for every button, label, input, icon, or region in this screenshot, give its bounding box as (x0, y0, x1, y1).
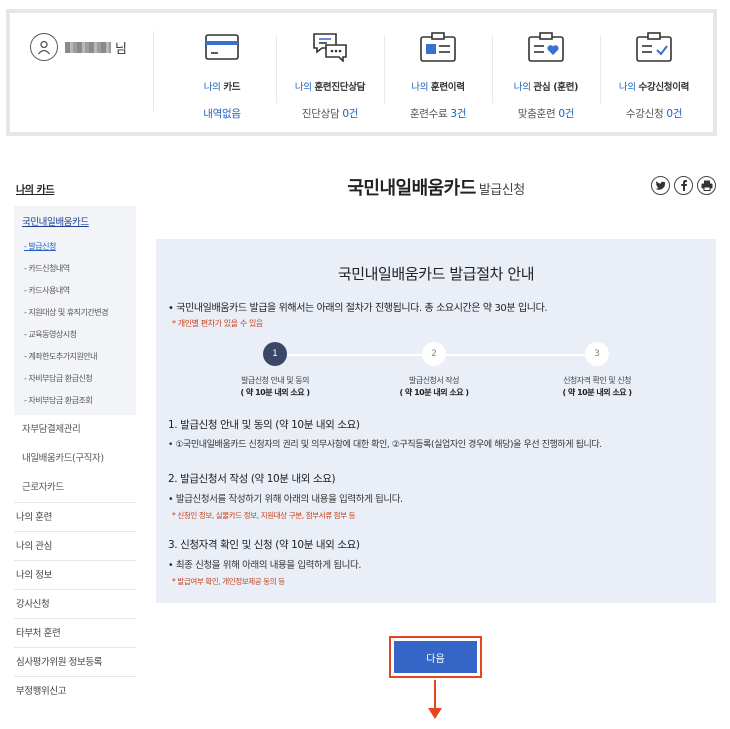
step-label: 신청자격 확인 및 신청 (563, 376, 631, 385)
nav-reviewer-register[interactable]: 심사평가위원 정보등록 (14, 647, 136, 676)
nav-worker-card[interactable]: 근로자카드 (14, 473, 136, 502)
page-header: 국민내일배움카드 발급신청 (156, 172, 716, 204)
page-title-text: 국민내일배움카드 (347, 178, 476, 199)
my-summary-panel: 님 나의 카드 내역없음 나의 훈련진단상담 진단상담 0건 나의 훈련이력 훈… (6, 9, 717, 136)
nav-my-interest[interactable]: 나의 관심 (14, 531, 136, 560)
nav-item-eligibility-change[interactable]: - 지원대상 및 휴직기간변경 (14, 302, 136, 324)
nav-jobseeker-card[interactable]: 내일배움카드(구직자) (14, 444, 136, 473)
col-title: 카드 (223, 82, 241, 93)
next-button[interactable]: 다음 (394, 641, 477, 673)
step-time: ( 약 10분 내외 소요 ) (562, 388, 632, 397)
facebook-icon[interactable] (674, 176, 693, 195)
card-icon (168, 29, 276, 65)
col-value: 진단상담 (301, 108, 343, 120)
section-title: 1. 발급신청 안내 및 동의 (약 10분 내외 소요) (168, 419, 360, 431)
section-note: * 신청인 정보, 실물카드 정보, 지원대상 구분, 첨부서류 첨부 등 (172, 511, 356, 520)
col-count: 0건 (666, 108, 683, 120)
user-icon (30, 33, 58, 61)
guide-section-1: 1. 발급신청 안내 및 동의 (약 10분 내외 소요) • ①국민내일배움카… (168, 417, 602, 450)
page-title: 국민내일배움카드 발급신청 (156, 174, 716, 200)
annotation-arrow-line (434, 680, 436, 710)
step-label: 발급신청서 작성 (408, 376, 460, 385)
section-desc: • 발급신청서를 작성하기 위해 아래의 내용을 입력하게 됩니다. (168, 494, 403, 505)
print-icon[interactable] (697, 176, 716, 195)
col-count: 0건 (558, 108, 575, 120)
col-count: 0건 (342, 108, 359, 120)
my-history-link[interactable]: 나의 훈련이력 훈련수료 3건 (384, 29, 492, 121)
nav-item-refund-apply[interactable]: - 자비부담금 환급신청 (14, 368, 136, 390)
col-value: 수강신청 (625, 108, 667, 120)
col-prefix: 나의 (513, 82, 531, 93)
section-desc: • 최종 신청을 위해 아래의 내용을 입력하게 됩니다. (168, 560, 361, 571)
col-value: 맞춤훈련 (517, 108, 559, 120)
guide-intro: • 국민내일배움카드 발급을 위해서는 아래의 절차가 진행됩니다. 총 소요시… (168, 303, 548, 314)
user-suffix: 님 (115, 41, 127, 57)
masked-username (65, 41, 111, 53)
nav-self-payment[interactable]: 자부담결제관리 (14, 415, 136, 444)
step-2: 2 발급신청서 작성 ( 약 10분 내외 소요 ) (374, 342, 494, 398)
col-title: 훈련진단상담 (314, 82, 366, 93)
col-title: 훈련이력 (430, 82, 465, 93)
nav-my-info[interactable]: 나의 정보 (14, 560, 136, 589)
nav-other-ministry[interactable]: 타부처 훈련 (14, 618, 136, 647)
heart-box-icon (492, 29, 600, 65)
col-count: 3건 (450, 108, 467, 120)
issuance-guide: 국민내일배움카드 발급절차 안내 • 국민내일배움카드 발급을 위해서는 아래의… (156, 239, 716, 603)
step-number: 2 (422, 342, 446, 366)
col-value: 내역없음 (203, 108, 241, 120)
step-1: 1 발급신청 안내 및 동의 ( 약 10분 내외 소요 ) (215, 342, 335, 398)
divider (153, 31, 154, 111)
nav-national-card[interactable]: 국민내일배움카드 (14, 209, 136, 236)
nav-my-card[interactable]: 나의 카드 (14, 178, 136, 206)
check-box-icon (600, 29, 708, 65)
guide-note: * 개인별 편차가 있을 수 있음 (172, 319, 263, 328)
step-label: 발급신청 안내 및 동의 (241, 376, 309, 385)
history-icon (384, 29, 492, 65)
nav-submenu: 국민내일배움카드 - 발급신청 - 카드신청내역 - 카드사용내역 - 지원대상… (14, 206, 136, 415)
col-prefix: 나의 (294, 82, 312, 93)
nav-instructor-apply[interactable]: 강사신청 (14, 589, 136, 618)
col-prefix: 나의 (203, 82, 221, 93)
step-indicator: 1 발급신청 안내 및 동의 ( 약 10분 내외 소요 ) 2 발급신청서 작… (215, 342, 645, 402)
step-number: 3 (585, 342, 609, 366)
nav-item-usage[interactable]: - 카드사용내역 (14, 280, 136, 302)
guide-section-2: 2. 발급신청서 작성 (약 10분 내외 소요) • 발급신청서를 작성하기 … (168, 471, 403, 521)
nav-item-limit-info[interactable]: - 계좌한도추가지원안내 (14, 346, 136, 368)
arrow-down-icon (428, 708, 442, 719)
step-time: ( 약 10분 내외 소요 ) (399, 388, 469, 397)
col-title: 관심 (훈련) (533, 82, 579, 93)
my-card-link[interactable]: 나의 카드 내역없음 (168, 29, 276, 121)
col-prefix: 나의 (411, 82, 429, 93)
nav-item-refund-view[interactable]: - 자비부담금 환급조회 (14, 390, 136, 412)
guide-section-3: 3. 신청자격 확인 및 신청 (약 10분 내외 소요) • 최종 신청을 위… (168, 537, 361, 587)
nav-item-apply-history[interactable]: - 카드신청내역 (14, 258, 136, 280)
page-subtitle: 발급신청 (478, 183, 525, 198)
nav-item-video[interactable]: - 교육동영상시청 (14, 324, 136, 346)
share-buttons (651, 176, 716, 195)
section-desc: • ①국민내일배움카드 신청자의 권리 및 의무사항에 대한 확인, ②구직등록… (168, 440, 602, 450)
my-interest-link[interactable]: 나의 관심 (훈련) 맞춤훈련 0건 (492, 29, 600, 121)
col-title: 수강신청이력 (638, 82, 690, 93)
twitter-icon[interactable] (651, 176, 670, 195)
nav-fraud-report[interactable]: 부정행위신고 (14, 676, 136, 705)
nav-my-training[interactable]: 나의 훈련 (14, 502, 136, 531)
my-consult-link[interactable]: 나의 훈련진단상담 진단상담 0건 (276, 29, 384, 121)
step-number: 1 (263, 342, 287, 366)
guide-title: 국민내일배움카드 발급절차 안내 (337, 265, 535, 283)
my-enrollment-link[interactable]: 나의 수강신청이력 수강신청 0건 (600, 29, 708, 121)
side-nav: 나의 카드 국민내일배움카드 - 발급신청 - 카드신청내역 - 카드사용내역 … (14, 178, 136, 705)
section-note: * 발급여부 확인, 개인정보제공 동의 등 (172, 577, 285, 586)
consult-icon (276, 29, 384, 65)
step-3: 3 신청자격 확인 및 신청 ( 약 10분 내외 소요 ) (537, 342, 657, 398)
nav-item-apply[interactable]: - 발급신청 (14, 236, 136, 258)
section-title: 3. 신청자격 확인 및 신청 (약 10분 내외 소요) (168, 539, 360, 551)
section-title: 2. 발급신청서 작성 (약 10분 내외 소요) (168, 473, 336, 485)
col-value: 훈련수료 (409, 108, 451, 120)
col-prefix: 나의 (618, 82, 636, 93)
step-time: ( 약 10분 내외 소요 ) (240, 388, 310, 397)
next-button-highlight: 다음 (389, 636, 482, 678)
user-greeting: 님 (30, 33, 127, 61)
